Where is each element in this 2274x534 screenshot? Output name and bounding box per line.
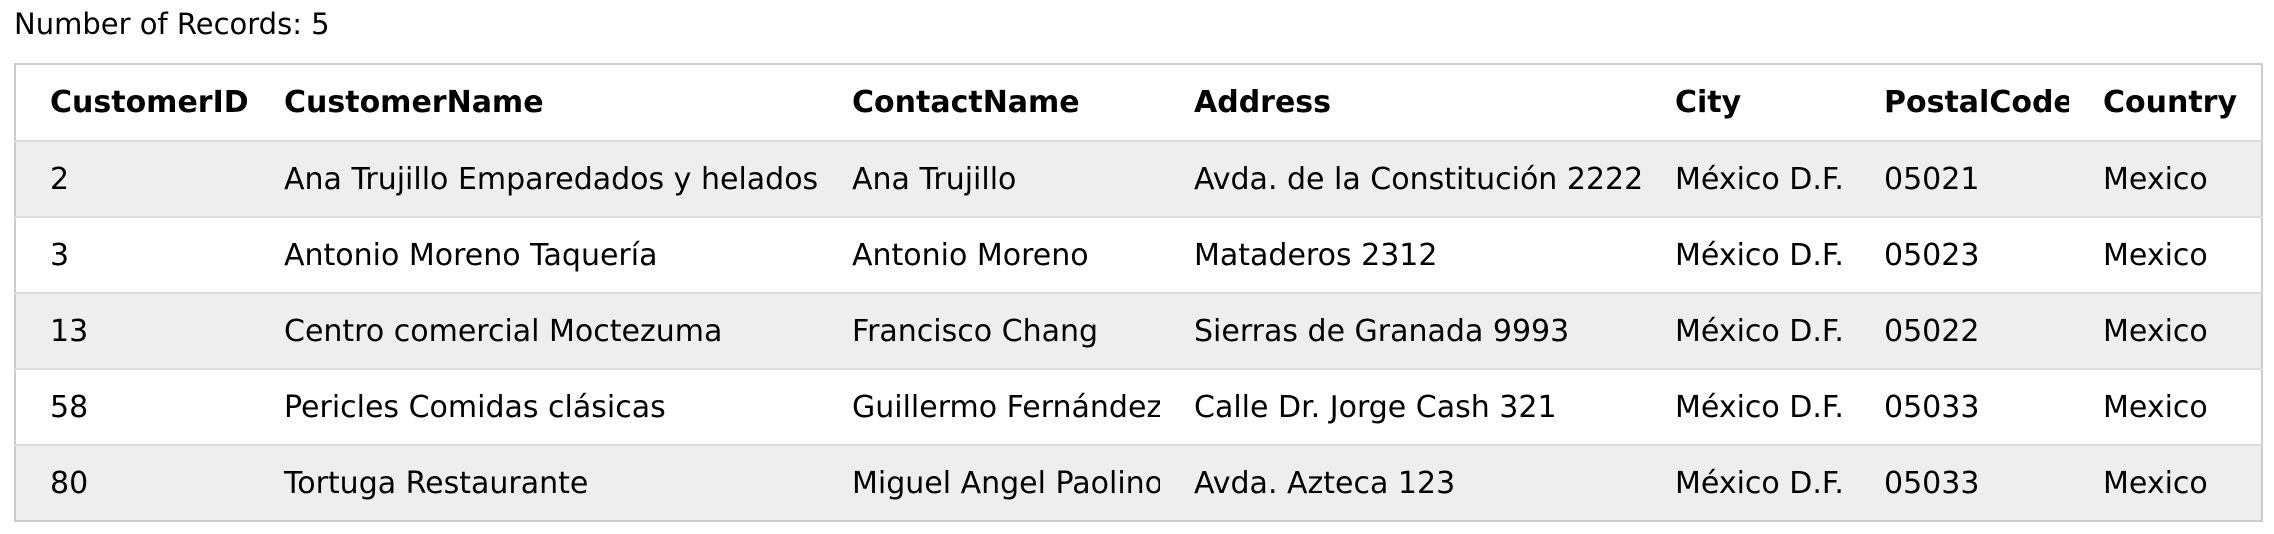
cell-customer-id: 2 [50,161,70,197]
cell-country: Mexico [2103,389,2208,425]
cell-address: Mataderos 2312 [1194,237,1438,273]
cell-customer-id: 80 [50,465,89,501]
cell-city: México D.F. [1675,465,1844,501]
cell-customer-name: Centro comercial Moctezuma [284,313,723,349]
cell-postal-code: 05022 [1884,313,1980,349]
cell-contact-name: Francisco Chang [852,313,1099,349]
cell-contact-name: Guillermo Fernández [852,389,1160,425]
cell-customer-name: Ana Trujillo Emparedados y helados [284,161,818,197]
cell-city: México D.F. [1675,237,1844,273]
cell-address: Avda. de la Constitución 2222 [1194,161,1641,197]
table-row: 3 Antonio Moreno Taquería Antonio Moreno… [15,217,2262,293]
cell-customer-name: Tortuga Restaurante [284,465,589,501]
cell-country: Mexico [2103,313,2208,349]
cell-customer-name: Antonio Moreno Taquería [284,237,658,273]
cell-country: Mexico [2103,161,2208,197]
column-header-address: Address [1194,85,1332,120]
cell-city: México D.F. [1675,389,1844,425]
cell-postal-code: 05033 [1884,465,1980,501]
cell-customer-id: 58 [50,389,89,425]
table-row: 2 Ana Trujillo Emparedados y helados Ana… [15,141,2262,217]
cell-city: México D.F. [1675,161,1844,197]
cell-postal-code: 05033 [1884,389,1980,425]
cell-customer-name: Pericles Comidas clásicas [284,389,666,425]
cell-contact-name: Antonio Moreno [852,237,1089,273]
cell-postal-code: 05023 [1884,237,1980,273]
record-count-label: Number of Records: 5 [14,7,330,41]
cell-contact-name: Ana Trujillo [852,161,1017,197]
cell-customer-id: 13 [50,313,89,349]
table-header-row: CustomerID CustomerName ContactName Addr… [15,64,2262,141]
customers-table: CustomerID CustomerName ContactName Addr… [14,63,2263,522]
table-row: 58 Pericles Comidas clásicas Guillermo F… [15,369,2262,445]
column-header-customer-id: CustomerID [50,85,249,120]
cell-address: Sierras de Granada 9993 [1194,313,1570,349]
cell-address: Avda. Azteca 123 [1194,465,1456,501]
cell-postal-code: 05021 [1884,161,1980,197]
table-row: 80 Tortuga Restaurante Miguel Angel Paol… [15,445,2262,521]
column-header-country: Country [2103,85,2238,120]
cell-country: Mexico [2103,237,2208,273]
column-header-contact-name: ContactName [852,85,1080,120]
column-header-city: City [1675,85,1742,120]
column-header-customer-name: CustomerName [284,85,544,120]
column-header-postal-code: PostalCode [1884,85,2069,120]
cell-country: Mexico [2103,465,2208,501]
cell-address: Calle Dr. Jorge Cash 321 [1194,389,1557,425]
cell-customer-id: 3 [50,237,70,273]
table-row: 13 Centro comercial Moctezuma Francisco … [15,293,2262,369]
cell-city: México D.F. [1675,313,1844,349]
cell-contact-name: Miguel Angel Paolino [852,465,1160,501]
